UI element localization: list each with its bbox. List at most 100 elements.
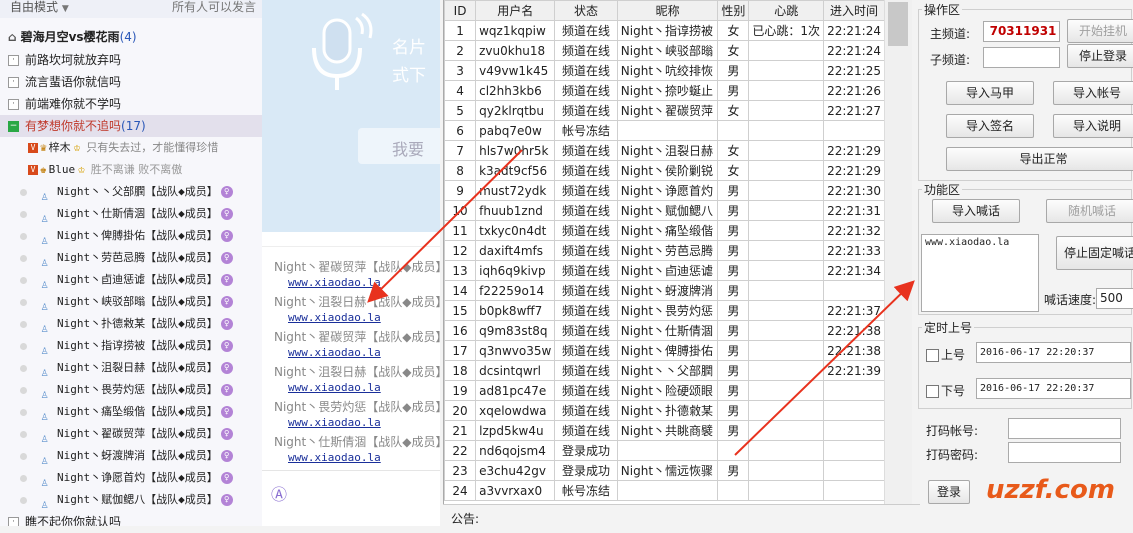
table-row[interactable]: 1 wqz1kqpiw 频道在线 Night丶指谆捞被女已心跳：1次 22:21:24 xyxy=(444,20,885,41)
table-row[interactable]: 10 fhuub1znd 频道在线 Night丶赋伽鳃八男 22:21:31 xyxy=(444,200,885,221)
import-vest-button[interactable]: 导入马甲 xyxy=(946,81,1034,105)
table-row[interactable]: 21 lzpd5kw4u 频道在线 Night丶共眺商襞男 xyxy=(444,420,885,441)
column-header[interactable]: 昵称 xyxy=(616,0,719,21)
captcha-account-input[interactable] xyxy=(1008,418,1121,439)
group-item-5[interactable]: · 瞧不起你你就认吗 xyxy=(0,511,262,526)
font-style-icon[interactable]: Ⓐ xyxy=(271,481,287,505)
stop-login-button[interactable]: 停止登录 xyxy=(1067,44,1133,68)
expand-icon[interactable]: · xyxy=(8,55,19,66)
shout-speed-input[interactable]: 500 xyxy=(1096,288,1133,309)
captcha-password-input[interactable] xyxy=(1008,442,1121,463)
login-button[interactable]: 登录 xyxy=(928,480,970,504)
member-row[interactable]: ♙ Night丶卣迪惩谑【战队◆成员】 ♀ xyxy=(0,269,262,291)
import-sign-button[interactable]: 导入签名 xyxy=(946,114,1034,138)
random-shout-button[interactable]: 随机喊话 xyxy=(1046,199,1133,223)
member-row[interactable]: ♙ Night丶丶父部膶【战队◆成员】 ♀ xyxy=(0,181,262,203)
member-row[interactable]: ♙ Night丶诤愿首灼【战队◆成员】 ♀ xyxy=(0,467,262,489)
start-hang-button[interactable]: 开始挂机 xyxy=(1067,19,1133,43)
member-row[interactable]: ♙ Night丶翟碳贸萍【战队◆成员】 ♀ xyxy=(0,423,262,445)
main-channel-input[interactable]: 70311931 xyxy=(983,21,1060,42)
table-cell: 频道在线 xyxy=(554,300,618,321)
table-row[interactable]: 5 qy2klrqtbu 频道在线 Night丶翟碳贸萍女 22:21:27 xyxy=(444,100,885,121)
table-row[interactable]: 8 k3adt9cf56 频道在线 Night丶侯阶剿锐女 22:21:29 xyxy=(444,160,885,181)
badge-icon: ♀ xyxy=(220,384,233,396)
member-row[interactable]: ♙ Night丶沮裂日赫【战队◆成员】 ♀ xyxy=(0,357,262,379)
table-row[interactable]: 14 f22259o14 频道在线 Night丶蚜渡牌消男 xyxy=(444,280,885,301)
group-item-2[interactable]: · 流言蜚语你就信吗 xyxy=(0,71,262,93)
column-header[interactable]: 用户名 xyxy=(475,0,556,21)
expand-icon[interactable]: · xyxy=(8,517,19,526)
export-normal-button[interactable]: 导出正常 xyxy=(946,147,1133,171)
import-account-button[interactable]: 导入帐号 xyxy=(1053,81,1133,105)
column-header[interactable]: 心跳 xyxy=(748,0,825,21)
table-row[interactable]: 9 must72ydk 频道在线 Night丶诤愿首灼男 22:21:30 xyxy=(444,180,885,201)
member-row[interactable]: ♙ Night丶劳芭忌腾【战队◆成员】 ♀ xyxy=(0,247,262,269)
table-cell: txkyc0n4dt xyxy=(475,220,556,241)
checkbox-icon[interactable] xyxy=(926,385,939,398)
expand-icon[interactable]: · xyxy=(8,99,19,110)
chat-link[interactable]: www.xiaodao.la xyxy=(288,276,381,289)
on-checkbox[interactable]: 上号 xyxy=(926,346,965,363)
member-row-blue[interactable]: V ♚ Blue ♔ 胜不离谦 败不离傲 xyxy=(0,159,262,181)
chat-link[interactable]: www.xiaodao.la xyxy=(288,416,381,429)
member-row[interactable]: ♙ Night丶指谆捞被【战队◆成员】 ♀ xyxy=(0,335,262,357)
checkbox-icon[interactable] xyxy=(926,349,939,362)
chat-link[interactable]: www.xiaodao.la xyxy=(288,346,381,359)
scrollbar-thumb[interactable] xyxy=(888,2,908,46)
table-row[interactable]: 11 txkyc0n4dt 频道在线 Night丶痛坠缎偕男 22:21:32 xyxy=(444,220,885,241)
stop-fixed-shout-button[interactable]: 停止固定喊话 xyxy=(1056,236,1133,270)
table-row[interactable]: 12 daxift4mfs 频道在线 Night丶劳芭忌腾男 22:21:33 xyxy=(444,240,885,261)
off-checkbox[interactable]: 下号 xyxy=(926,382,965,399)
member-row[interactable]: ♙ Night丶赋伽鳃八【战队◆成员】 ♀ xyxy=(0,489,262,511)
group-item-active[interactable]: − 有梦想你就不追吗(17) xyxy=(0,115,262,137)
import-desc-button[interactable]: 导入说明 xyxy=(1053,114,1133,138)
column-header[interactable]: 进入时间 xyxy=(823,0,885,21)
chat-link[interactable]: www.xiaodao.la xyxy=(288,451,381,464)
table-scrollbar[interactable] xyxy=(884,0,913,504)
member-row[interactable]: ♙ Night丶峡驳部暡【战队◆成员】 ♀ xyxy=(0,291,262,313)
table-row[interactable]: 20 xqelowdwa 频道在线 Night丶扑德敹某男 xyxy=(444,400,885,421)
table-row[interactable]: 2 zvu0khu18 频道在线 Night丶峡驳部暡女 22:21:24 xyxy=(444,40,885,61)
off-time-input[interactable]: 2016-06-17 22:20:37 xyxy=(976,378,1131,399)
table-row[interactable]: 18 dcsintqwrl 频道在线 Night丶丶父部膶男 22:21:39 xyxy=(444,360,885,381)
table-row[interactable]: 7 hls7w0hr5k 频道在线 Night丶沮裂日赫女 22:21:29 xyxy=(444,140,885,161)
group-item-0[interactable]: ⌂ 碧海月空vs樱花雨(4) xyxy=(0,26,262,48)
table-row[interactable]: 6 pabq7e0w 帐号冻结 xyxy=(444,120,885,141)
table-row[interactable]: 13 iqh6q9kivp 频道在线 Night丶卣迪惩谑男 22:21:34 xyxy=(444,260,885,281)
table-row[interactable]: 15 b0pk8wff7 频道在线 Night丶畏劳灼惩男 22:21:37 xyxy=(444,300,885,321)
import-shout-button[interactable]: 导入喊话 xyxy=(932,199,1020,223)
group-item-1[interactable]: · 前路坎坷就放弃吗 xyxy=(0,49,262,71)
column-header[interactable]: 性别 xyxy=(717,0,750,21)
chevron-down-icon[interactable]: ▼ xyxy=(62,4,69,14)
table-row[interactable]: 16 q9m83st8q 频道在线 Night丶仕斯倩涸男 22:21:38 xyxy=(444,320,885,341)
chat-input-area[interactable]: Ⓐ xyxy=(262,470,440,526)
chat-link[interactable]: www.xiaodao.la xyxy=(288,381,381,394)
sub-channel-input[interactable] xyxy=(983,47,1060,68)
shout-text-area[interactable]: www.xiaodao.la xyxy=(921,234,1039,312)
chat-link[interactable]: www.xiaodao.la xyxy=(288,311,381,324)
join-button[interactable]: 我要 xyxy=(358,128,440,164)
column-header[interactable]: 状态 xyxy=(554,0,618,21)
mode-selector[interactable]: 自由模式 xyxy=(10,0,58,14)
member-row[interactable]: ♙ Night丶扑德敹某【战队◆成员】 ♀ xyxy=(0,313,262,335)
on-time-input[interactable]: 2016-06-17 22:20:37 xyxy=(976,342,1131,363)
member-row[interactable]: ♙ Night丶畏劳灼惩【战队◆成员】 ♀ xyxy=(0,379,262,401)
rank-badge-icon: V xyxy=(28,165,38,175)
table-row[interactable]: 19 ad81pc47e 频道在线 Night丶险硬颂眼男 xyxy=(444,380,885,401)
table-row[interactable]: 22 nd6qojsm4 登录成功 xyxy=(444,440,885,461)
table-row[interactable]: 4 cl2hh3kb6 频道在线 Night丶捺吵蜒止男 22:21:26 xyxy=(444,80,885,101)
table-row[interactable]: 23 e3chu42gv 登录成功 Night丶懦远恢骤男 xyxy=(444,460,885,481)
member-row-vip[interactable]: V ♛ 梓木 ♔ 只有失去过，才能懂得珍惜 xyxy=(0,137,262,159)
collapse-icon[interactable]: − xyxy=(8,121,19,132)
group-item-3[interactable]: · 前端难你就不学吗 xyxy=(0,93,262,115)
member-row[interactable]: ♙ Night丶仕斯倩涸【战队◆成员】 ♀ xyxy=(0,203,262,225)
member-row[interactable]: ♙ Night丶蚜渡牌消【战队◆成员】 ♀ xyxy=(0,445,262,467)
member-row[interactable]: ♙ Night丶痛坠缎偕【战队◆成员】 ♀ xyxy=(0,401,262,423)
expand-icon[interactable]: · xyxy=(8,77,19,88)
table-row[interactable]: 17 q3nwvo35w 频道在线 Night丶俾膊掛佑男 22:21:38 xyxy=(444,340,885,361)
table-row[interactable]: 24 a3vvrxax0 帐号冻结 xyxy=(444,480,885,501)
person-icon: ♙ xyxy=(41,343,49,357)
column-header[interactable]: ID xyxy=(444,0,477,21)
member-row[interactable]: ♙ Night丶俾膊掛佑【战队◆成员】 ♀ xyxy=(0,225,262,247)
table-row[interactable]: 3 v49vw1k45 频道在线 Night丶吭绞排恢男 22:21:25 xyxy=(444,60,885,81)
